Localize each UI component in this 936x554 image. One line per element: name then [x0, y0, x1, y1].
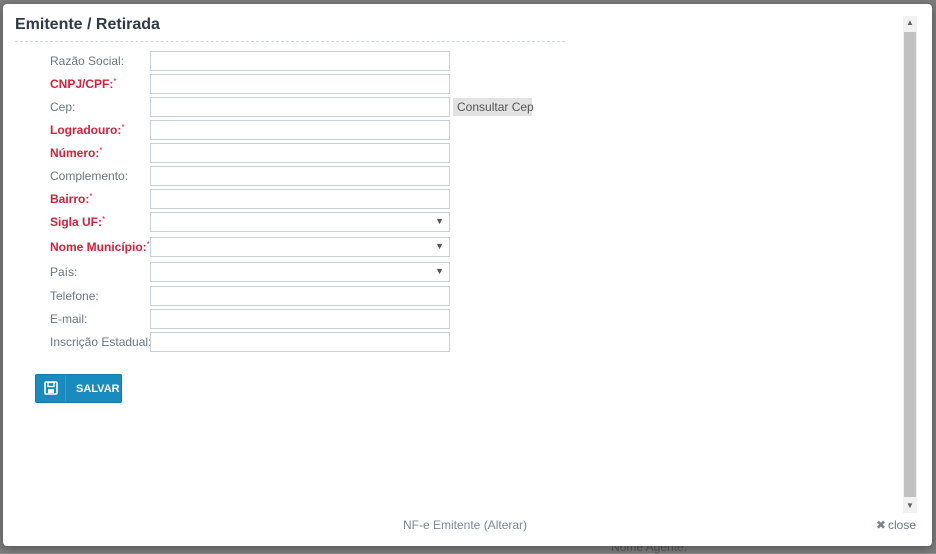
bairro-label: Bairro:* [50, 192, 93, 206]
numero-label: Número:* [50, 146, 103, 160]
row-pais: País: ▼ [50, 262, 590, 282]
complemento-label: Complemento: [50, 169, 129, 183]
chevron-down-icon: ▼ [435, 241, 444, 251]
sigla-uf-select[interactable]: ▼ [150, 212, 450, 232]
pais-select[interactable]: ▼ [150, 262, 450, 282]
save-button-label: SALVAR [76, 383, 120, 395]
modal-scrollbar[interactable]: ▲ ▼ [903, 16, 917, 513]
cep-input[interactable] [150, 97, 450, 117]
nome-municipio-select[interactable]: ▼ [150, 237, 450, 257]
row-sigla-uf: Sigla UF:* ▼ [50, 212, 590, 232]
scroll-up-icon[interactable]: ▲ [903, 16, 917, 30]
required-marker: * [102, 215, 106, 224]
row-cnpj-cpf: CNPJ/CPF:* [50, 74, 590, 94]
scroll-down-icon[interactable]: ▼ [903, 499, 917, 513]
row-nome-municipio: Nome Município:* ▼ [50, 237, 590, 257]
row-logradouro: Logradouro:* [50, 120, 590, 140]
row-cep: Cep: Consultar Cep [50, 97, 590, 117]
required-marker: * [89, 192, 93, 201]
razao-social-input[interactable] [150, 51, 450, 71]
cnpj-cpf-input[interactable] [150, 74, 450, 94]
row-inscricao-estadual: Inscrição Estadual: [50, 332, 590, 352]
footer-caption: NF-e Emitente (Alterar) [403, 518, 528, 532]
logradouro-label: Logradouro:* [50, 123, 125, 137]
consultar-cep-button[interactable]: Consultar Cep [453, 98, 534, 116]
complemento-input[interactable] [150, 166, 450, 186]
telefone-input[interactable] [150, 286, 450, 306]
row-bairro: Bairro:* [50, 189, 590, 209]
logradouro-input[interactable] [150, 120, 450, 140]
row-numero: Número:* [50, 143, 590, 163]
sigla-uf-label: Sigla UF:* [50, 215, 106, 229]
required-marker: * [121, 123, 125, 132]
pais-label: País: [50, 265, 78, 279]
chevron-down-icon: ▼ [435, 216, 444, 226]
numero-input[interactable] [150, 143, 450, 163]
row-razao-social: Razão Social: [50, 51, 590, 71]
bairro-input[interactable] [150, 189, 450, 209]
row-email: E-mail: [50, 309, 590, 329]
inscricao-estadual-input[interactable] [150, 332, 450, 352]
close-icon: ✖ [875, 518, 886, 532]
email-label: E-mail: [50, 312, 88, 326]
telefone-label: Telefone: [50, 289, 99, 303]
razao-social-label: Razão Social: [50, 54, 125, 68]
required-marker: * [99, 146, 103, 155]
close-button[interactable]: ✖ close [876, 518, 916, 532]
cep-label: Cep: [50, 100, 76, 114]
email-input[interactable] [150, 309, 450, 329]
close-label: close [887, 518, 916, 532]
required-marker: * [113, 77, 117, 86]
nome-municipio-label: Nome Município:* [50, 240, 150, 254]
modal-title: Emitente / Retirada [15, 16, 160, 33]
floppy-disk-icon [36, 375, 66, 402]
title-divider [15, 41, 565, 42]
chevron-down-icon: ▼ [435, 266, 444, 276]
emitente-modal: Emitente / Retirada Razão Social: CNPJ/C… [3, 4, 932, 546]
scrollbar-thumb[interactable] [904, 32, 916, 497]
cnpj-cpf-label: CNPJ/CPF:* [50, 77, 117, 91]
row-telefone: Telefone: [50, 286, 590, 306]
inscricao-estadual-label: Inscrição Estadual: [50, 335, 152, 349]
save-button[interactable]: SALVAR [35, 374, 122, 403]
row-complemento: Complemento: [50, 166, 590, 186]
